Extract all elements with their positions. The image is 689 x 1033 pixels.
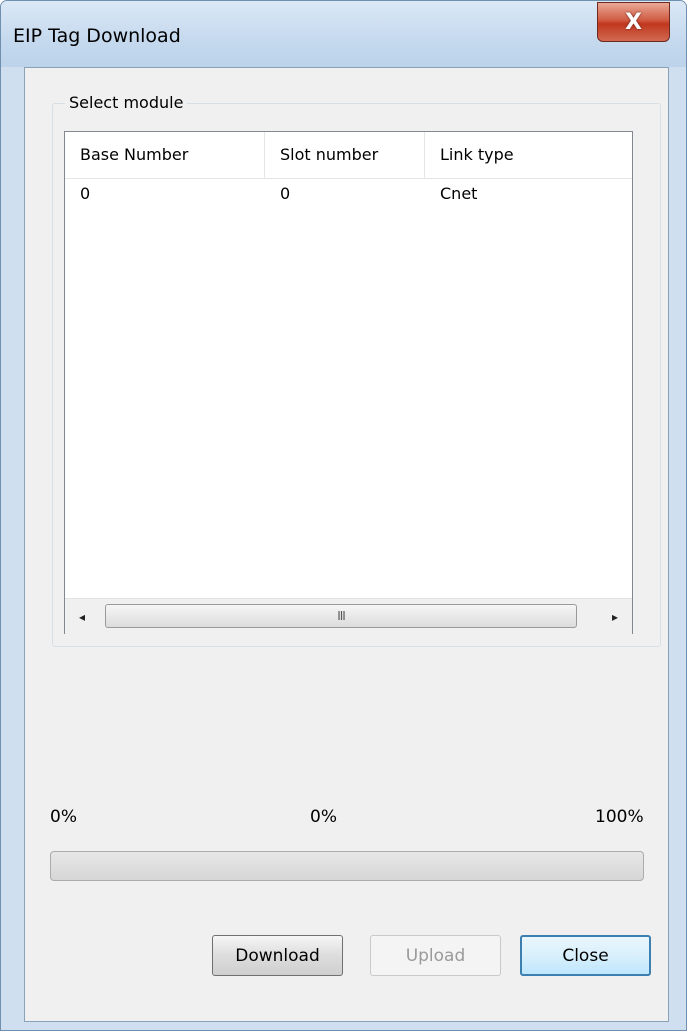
select-module-label: Select module	[65, 93, 188, 112]
column-header-base-number[interactable]: Base Number	[65, 132, 265, 178]
upload-button[interactable]: Upload	[370, 935, 501, 976]
progress-label-min: 0%	[50, 807, 77, 827]
link-type-cell: Cnet	[440, 184, 478, 203]
arrow-left-icon: ◂	[78, 609, 86, 624]
grip-icon: III	[337, 609, 346, 623]
horizontal-scrollbar[interactable]: ◂ III ▸	[65, 598, 632, 634]
close-button[interactable]: Close	[520, 935, 651, 976]
progress-label-current: 0%	[310, 807, 337, 827]
column-header-slot-number[interactable]: Slot number	[265, 132, 425, 178]
title-bar[interactable]: EIP Tag Download	[1, 1, 686, 67]
arrow-right-icon: ▸	[611, 609, 619, 624]
close-icon: X	[625, 9, 642, 35]
window-title: EIP Tag Download	[13, 25, 181, 47]
download-button[interactable]: Download	[212, 935, 343, 976]
slot-number-cell: 0	[280, 184, 291, 203]
dialog-window: EIP Tag Download X Select module Base Nu…	[0, 0, 687, 1031]
download-progress-bar	[50, 851, 644, 881]
scroll-left-button[interactable]: ◂	[65, 599, 99, 634]
scroll-thumb[interactable]: III	[105, 604, 577, 628]
column-header-link-type[interactable]: Link type	[425, 132, 632, 178]
base-number-cell: 0	[80, 184, 91, 203]
table-row[interactable]: 0 0 Cnet	[65, 180, 632, 208]
progress-label-max: 100%	[595, 807, 644, 827]
module-list[interactable]: Base Number Slot number Link type 0 0 Cn…	[64, 131, 633, 634]
window-close-button[interactable]: X	[597, 2, 670, 42]
dialog-content: Select module Base Number Slot number Li…	[24, 67, 669, 1022]
scroll-right-button[interactable]: ▸	[598, 599, 632, 634]
list-header: Base Number Slot number Link type	[65, 132, 632, 179]
